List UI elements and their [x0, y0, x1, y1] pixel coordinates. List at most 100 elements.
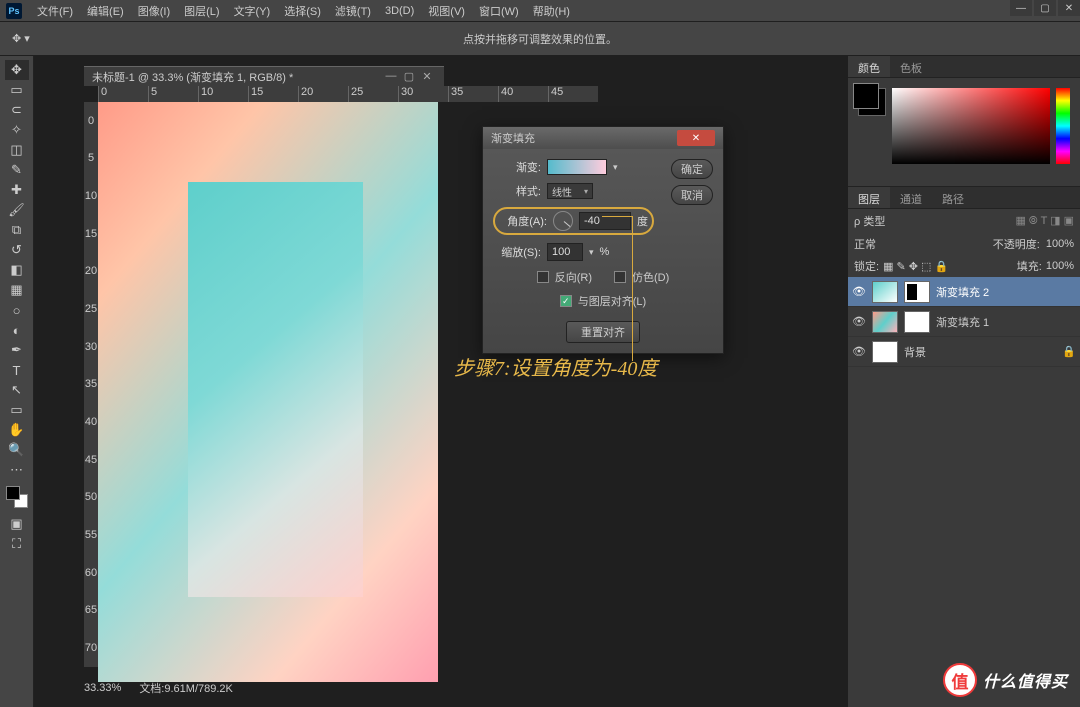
dialog-titlebar[interactable]: 渐变填充 ✕ — [483, 127, 723, 149]
document-title: 未标题-1 @ 33.3% (渐变填充 1, RGB/8) * — [92, 69, 293, 85]
scale-dropdown-icon[interactable]: ▾ — [589, 247, 594, 258]
ruler-tick: 5 — [148, 86, 198, 102]
dither-label: 仿色(D) — [632, 269, 669, 285]
ruler-tick: 30 — [398, 86, 448, 102]
layers-tab[interactable]: 图层 — [848, 187, 890, 208]
path-tool[interactable]: ↖ — [5, 380, 29, 400]
crop-tool[interactable]: ◫ — [5, 140, 29, 160]
menu-bar: Ps 文件(F) 编辑(E) 图像(I) 图层(L) 文字(Y) 选择(S) 滤… — [0, 0, 1080, 22]
layer-name: 背景 — [904, 344, 926, 360]
toolbox: ✥ ▭ ⊂ ✧ ◫ ✎ ✚ 🖌 ⧉ ↺ ◧ ▦ ○ ◐ ✒ T ↖ ▭ ✋ 🔍 … — [0, 56, 34, 707]
ok-button[interactable]: 确定 — [671, 159, 713, 179]
hue-slider[interactable] — [1056, 88, 1070, 164]
lock-icons[interactable]: ▦ ✎ ✥ ⬚ 🔒 — [883, 260, 948, 273]
color-swatch[interactable] — [858, 88, 886, 116]
dodge-tool[interactable]: ◐ — [5, 320, 29, 340]
color-field[interactable] — [892, 88, 1050, 164]
visibility-icon[interactable]: 👁 — [852, 315, 866, 328]
close-button[interactable]: ✕ — [1058, 0, 1080, 16]
type-tool[interactable]: T — [5, 360, 29, 380]
filesize-value: 文档:9.61M/789.2K — [139, 680, 233, 696]
gradient-preview[interactable] — [547, 159, 607, 175]
ruler-tick: 0 — [84, 115, 98, 127]
visibility-icon[interactable]: 👁 — [852, 285, 866, 298]
hand-tool[interactable]: ✋ — [5, 420, 29, 440]
options-hint: 点按并拖移可调整效果的位置。 — [463, 31, 617, 47]
gradient-dropdown-icon[interactable]: ▾ — [613, 162, 618, 173]
canvas[interactable] — [98, 102, 438, 682]
history-brush-tool[interactable]: ↺ — [5, 240, 29, 260]
more-tools[interactable]: ⋯ — [5, 460, 29, 480]
marquee-tool[interactable]: ▭ — [5, 80, 29, 100]
screenmode-tool[interactable]: ⛶ — [5, 534, 29, 554]
ruler-tick: 20 — [84, 265, 98, 277]
menu-select[interactable]: 选择(S) — [277, 3, 328, 19]
ruler-tick: 20 — [298, 86, 348, 102]
eyedropper-tool[interactable]: ✎ — [5, 160, 29, 180]
wand-tool[interactable]: ✧ — [5, 120, 29, 140]
layer-mask-thumb — [904, 281, 930, 303]
layer-row[interactable]: 👁 渐变填充 2 — [848, 277, 1080, 307]
color-tab[interactable]: 颜色 — [848, 56, 890, 77]
dialog-close-button[interactable]: ✕ — [677, 130, 715, 146]
opacity-value[interactable]: 100% — [1046, 238, 1074, 250]
fill-label: 填充: — [1017, 258, 1042, 274]
ruler-tick: 35 — [84, 378, 98, 390]
layer-thumb — [872, 281, 898, 303]
watermark: 值 什么值得买 — [943, 663, 1068, 697]
ruler-tick: 10 — [84, 190, 98, 202]
angle-input[interactable] — [579, 212, 631, 230]
cancel-button[interactable]: 取消 — [671, 185, 713, 205]
align-checkbox[interactable]: ✓ — [560, 295, 572, 307]
pen-tool[interactable]: ✒ — [5, 340, 29, 360]
blend-mode[interactable]: 正常 — [854, 236, 876, 252]
brush-tool[interactable]: 🖌 — [5, 200, 29, 220]
filter-icons[interactable]: ▦ ⦾ T ◨ ▣ — [1015, 214, 1074, 228]
blur-tool[interactable]: ○ — [5, 300, 29, 320]
angle-dial[interactable] — [553, 211, 573, 231]
shape-tool[interactable]: ▭ — [5, 400, 29, 420]
scale-input[interactable] — [547, 243, 583, 261]
menu-type[interactable]: 文字(Y) — [227, 3, 278, 19]
eraser-tool[interactable]: ◧ — [5, 260, 29, 280]
minimize-button[interactable]: — — [1010, 0, 1032, 16]
doc-max-icon[interactable]: ▢ — [400, 70, 418, 83]
menu-view[interactable]: 视图(V) — [421, 3, 472, 19]
stamp-tool[interactable]: ⧉ — [5, 220, 29, 240]
menu-edit[interactable]: 编辑(E) — [80, 3, 131, 19]
gradient-tool[interactable]: ▦ — [5, 280, 29, 300]
visibility-icon[interactable]: 👁 — [852, 345, 866, 358]
quickmask-tool[interactable]: ▣ — [5, 514, 29, 534]
layer-row[interactable]: 👁 渐变填充 1 — [848, 307, 1080, 337]
style-select[interactable]: 线性 — [547, 183, 593, 199]
document-tab[interactable]: 未标题-1 @ 33.3% (渐变填充 1, RGB/8) * — ▢ ✕ — [84, 66, 444, 86]
menu-help[interactable]: 帮助(H) — [526, 3, 577, 19]
fg-bg-color[interactable] — [6, 486, 28, 508]
lasso-tool[interactable]: ⊂ — [5, 100, 29, 120]
move-tool[interactable]: ✥ — [5, 60, 29, 80]
doc-min-icon[interactable]: — — [382, 70, 400, 83]
zoom-value[interactable]: 33.33% — [84, 682, 121, 694]
paths-tab[interactable]: 路径 — [932, 187, 974, 208]
layer-row[interactable]: 👁 背景 🔒 — [848, 337, 1080, 367]
ruler-tick: 60 — [84, 567, 98, 579]
dither-checkbox[interactable] — [614, 271, 626, 283]
heal-tool[interactable]: ✚ — [5, 180, 29, 200]
reset-align-button[interactable]: 重置对齐 — [566, 321, 640, 343]
doc-close-icon[interactable]: ✕ — [418, 70, 436, 83]
swatches-tab[interactable]: 色板 — [890, 56, 932, 77]
menu-window[interactable]: 窗口(W) — [472, 3, 526, 19]
menu-file[interactable]: 文件(F) — [30, 3, 80, 19]
layer-thumb — [872, 311, 898, 333]
menu-image[interactable]: 图像(I) — [131, 3, 177, 19]
menu-3d[interactable]: 3D(D) — [378, 5, 421, 17]
menu-filter[interactable]: 滤镜(T) — [328, 3, 378, 19]
channels-tab[interactable]: 通道 — [890, 187, 932, 208]
menu-layer[interactable]: 图层(L) — [177, 3, 226, 19]
reverse-checkbox[interactable] — [537, 271, 549, 283]
inner-gradient-rect — [188, 182, 363, 597]
zoom-tool[interactable]: 🔍 — [5, 440, 29, 460]
canvas-area: 未标题-1 @ 33.3% (渐变填充 1, RGB/8) * — ▢ ✕ 0 … — [34, 56, 848, 707]
fill-value[interactable]: 100% — [1046, 260, 1074, 272]
maximize-button[interactable]: ▢ — [1034, 0, 1056, 16]
